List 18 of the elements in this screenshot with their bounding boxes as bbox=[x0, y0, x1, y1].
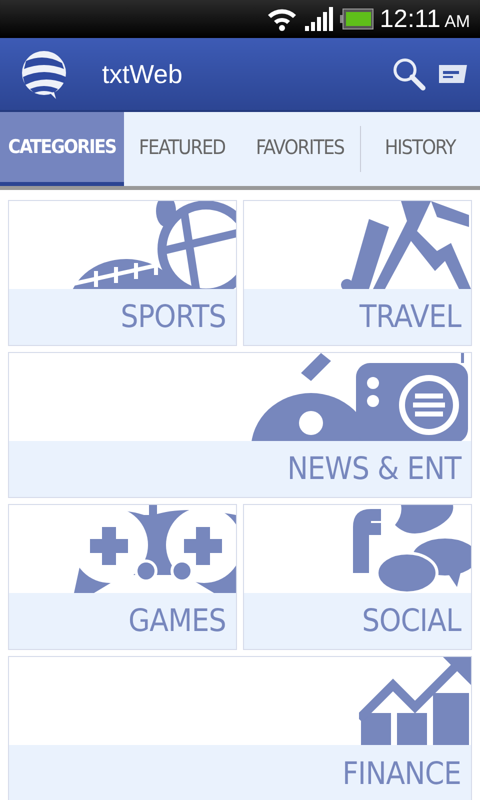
signal-icon bbox=[304, 6, 334, 32]
search-icon[interactable] bbox=[392, 57, 426, 91]
category-tile[interactable]: NEWS & ENT bbox=[8, 352, 472, 498]
category-tile[interactable]: TRAVEL bbox=[243, 200, 472, 346]
category-tile[interactable]: SPORTS bbox=[8, 200, 237, 346]
tab[interactable]: CATEGORIES bbox=[0, 112, 124, 186]
battery-icon bbox=[340, 8, 374, 30]
tab[interactable]: FEATURED bbox=[124, 112, 240, 186]
category-tile[interactable]: SOCIAL bbox=[243, 504, 472, 650]
category-tile[interactable]: GAMES bbox=[8, 504, 237, 650]
clock-time: 12:11 bbox=[380, 4, 440, 34]
message-icon[interactable] bbox=[438, 63, 468, 85]
tab[interactable]: HISTORY bbox=[361, 112, 479, 186]
app-title: txtWeb bbox=[102, 58, 184, 90]
globe-logo-icon bbox=[20, 49, 68, 99]
category-tile[interactable]: FINANCE bbox=[8, 656, 472, 800]
tab[interactable]: FAVORITES bbox=[240, 112, 360, 186]
clock-meridiem: AM bbox=[444, 12, 470, 32]
